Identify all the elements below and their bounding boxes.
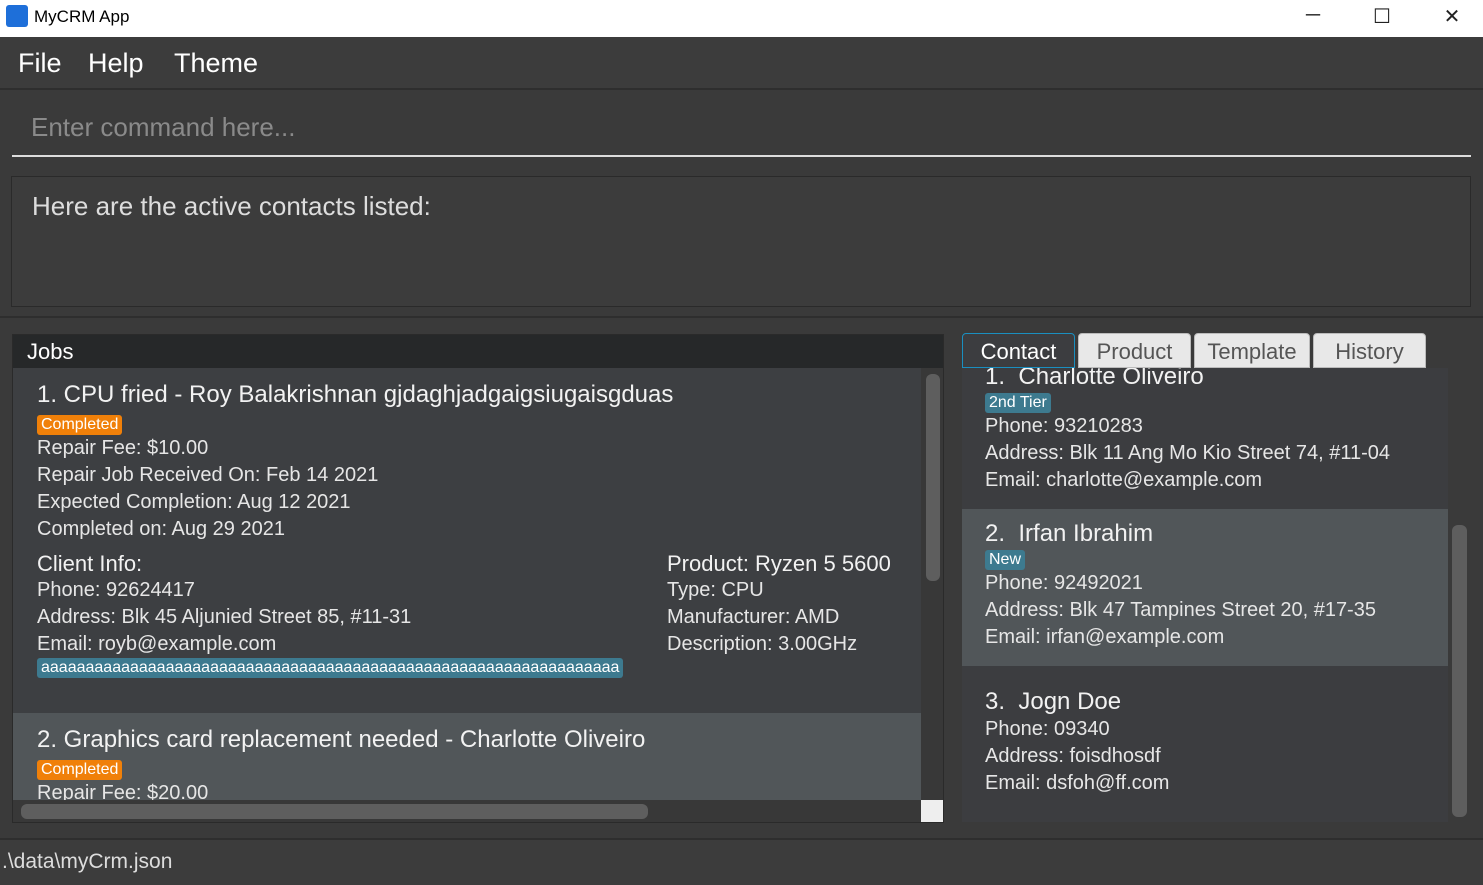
- product-manufacturer: Manufacturer: AMD: [667, 606, 840, 628]
- contact-address: Address: foisdhosdf: [985, 745, 1161, 767]
- contact-tag: 2nd Tier: [985, 393, 1051, 413]
- status-badge: Completed: [37, 415, 123, 435]
- expected-date: Expected Completion: Aug 12 2021: [37, 491, 351, 513]
- contact-address: Address: Blk 11 Ang Mo Kio Street 74, #1…: [985, 442, 1391, 464]
- divider: [0, 316, 1483, 318]
- job-title: 2. Graphics card replacement needed - Ch…: [37, 726, 646, 753]
- repair-fee: Repair Fee: $20.00: [37, 782, 209, 800]
- app-icon: [6, 5, 28, 27]
- scroll-thumb[interactable]: [21, 804, 648, 819]
- contact-card[interactable]: 1. Charlotte Oliveiro 2nd Tier Phone: 93…: [962, 368, 1448, 509]
- received-date: Repair Job Received On: Feb 14 2021: [37, 464, 379, 486]
- window-title: MyCRM App: [34, 7, 130, 26]
- contact-index: 3.: [985, 688, 1006, 715]
- contact-tag: New: [985, 550, 1026, 570]
- job-card[interactable]: 1. CPU fried - Roy Balakrishnan gjdaghja…: [13, 368, 921, 713]
- menu-theme[interactable]: Theme: [174, 48, 258, 79]
- client-tag: aaaaaaaaaaaaaaaaaaaaaaaaaaaaaaaaaaaaaaaa…: [37, 658, 624, 678]
- command-input[interactable]: Enter command here...: [12, 100, 1471, 157]
- contact-index: 1.: [985, 368, 1006, 390]
- menu-file[interactable]: File: [18, 48, 62, 79]
- jobs-panel: Jobs 1. CPU fried - Roy Balakrishnan gjd…: [12, 334, 944, 823]
- product-type: Type: CPU: [667, 579, 764, 601]
- maximize-button[interactable]: ☐: [1362, 4, 1402, 30]
- tab-history[interactable]: History: [1313, 333, 1426, 368]
- vertical-scrollbar[interactable]: [921, 368, 943, 800]
- menu-bar: File Help Theme: [0, 37, 1483, 90]
- product-title: Product: Ryzen 5 5600: [667, 551, 891, 576]
- contact-phone: Phone: 93210283: [985, 415, 1143, 437]
- minimize-button[interactable]: ─: [1293, 4, 1333, 30]
- contact-card[interactable]: 3. Jogn Doe Phone: 09340 Address: foisdh…: [962, 666, 1448, 822]
- scroll-thumb[interactable]: [926, 374, 940, 581]
- product-description: Description: 3.00GHz: [667, 633, 858, 655]
- status-badge: Completed: [37, 760, 123, 780]
- contact-card[interactable]: 2. Irfan Ibrahim New Phone: 92492021 Add…: [962, 509, 1448, 666]
- contact-index: 2.: [985, 520, 1006, 547]
- job-title: 1. CPU fried - Roy Balakrishnan gjdaghja…: [37, 381, 674, 408]
- title-bar: MyCRM App ─ ☐ ✕: [0, 0, 1483, 37]
- close-button[interactable]: ✕: [1432, 4, 1472, 30]
- contact-name: Jogn Doe: [1018, 688, 1122, 715]
- completed-date: Completed on: Aug 29 2021: [37, 518, 285, 540]
- contact-phone: Phone: 92492021: [985, 572, 1143, 594]
- contact-name: Irfan Ibrahim: [1018, 520, 1154, 547]
- horizontal-scrollbar[interactable]: [13, 800, 921, 822]
- tab-contact[interactable]: Contact: [962, 333, 1075, 368]
- contact-scroll-thumb[interactable]: [1452, 525, 1467, 817]
- scroll-corner: [921, 800, 943, 822]
- contact-email: Email: dsfoh@ff.com: [985, 772, 1170, 794]
- repair-fee: Repair Fee: $10.00: [37, 437, 209, 459]
- contact-name: Charlotte Oliveiro: [1018, 368, 1204, 390]
- tab-template[interactable]: Template: [1194, 333, 1310, 368]
- result-display: Here are the active contacts listed:: [11, 176, 1471, 307]
- tab-product[interactable]: Product: [1078, 333, 1191, 368]
- contact-address: Address: Blk 47 Tampines Street 20, #17-…: [985, 599, 1376, 621]
- status-bar: .\data\myCrm.json: [0, 838, 1483, 885]
- jobs-header: Jobs: [13, 335, 943, 368]
- contact-email: Email: charlotte@example.com: [985, 469, 1263, 491]
- job-card[interactable]: 2. Graphics card replacement needed - Ch…: [13, 713, 921, 800]
- contact-phone: Phone: 09340: [985, 718, 1110, 740]
- contact-list: 1. Charlotte Oliveiro 2nd Tier Phone: 93…: [962, 368, 1448, 822]
- contact-email: Email: irfan@example.com: [985, 626, 1225, 648]
- menu-help[interactable]: Help: [88, 48, 144, 79]
